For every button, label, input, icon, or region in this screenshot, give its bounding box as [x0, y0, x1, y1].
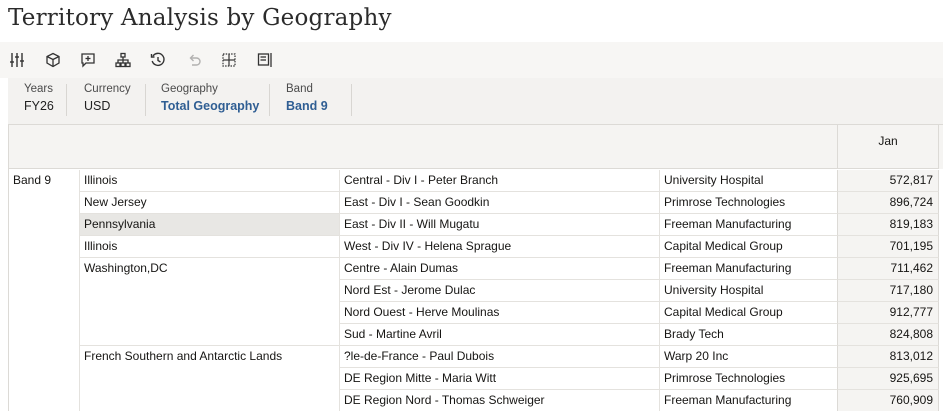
territory-cell[interactable]: Central - Div I - Peter Branch	[339, 170, 659, 192]
pov-band[interactable]: Band Band 9	[286, 78, 328, 124]
band-cell	[9, 390, 79, 411]
territory-cell[interactable]: Nord Ouest - Herve Moulinas	[339, 302, 659, 324]
customer-cell[interactable]: Freeman Manufacturing	[659, 390, 837, 411]
geography-cell	[79, 324, 339, 346]
band-cell[interactable]: Band 9	[9, 170, 79, 192]
undo-icon[interactable]	[185, 51, 203, 69]
pov-years-label: Years	[24, 83, 53, 95]
customer-cell[interactable]: Primrose Technologies	[659, 192, 837, 214]
pov-currency-label: Currency	[84, 83, 131, 95]
row-filler	[939, 302, 943, 324]
pov-divider	[351, 84, 352, 116]
geography-cell[interactable]: Pennsylvania	[79, 214, 339, 236]
territory-cell[interactable]: DE Region Mitte - Maria Witt	[339, 368, 659, 390]
territory-cell[interactable]: Centre - Alain Dumas	[339, 258, 659, 280]
pov-currency-value: USD	[84, 99, 111, 113]
row-filler	[939, 390, 943, 411]
row-filler	[939, 280, 943, 302]
history-icon[interactable]	[149, 51, 167, 69]
customer-cell[interactable]: Capital Medical Group	[659, 236, 837, 258]
territory-cell[interactable]: DE Region Nord - Thomas Schweiger	[339, 390, 659, 411]
data-grid: Jan Band 9 Illinois Central - Div I - Pete…	[8, 124, 943, 411]
band-cell	[9, 346, 79, 368]
jan-value-cell[interactable]: 813,012	[837, 346, 939, 368]
pov-bar: Years FY26 Currency USD Geography Total …	[8, 78, 943, 124]
band-cell	[9, 192, 79, 214]
panel-toggle-icon[interactable]	[256, 51, 274, 69]
geography-cell[interactable]: Illinois	[79, 170, 339, 192]
jan-value-cell[interactable]: 701,195	[837, 236, 939, 258]
hierarchy-icon[interactable]	[114, 51, 132, 69]
row-filler	[939, 192, 943, 214]
jan-value-cell[interactable]: 912,777	[837, 302, 939, 324]
row-filler	[939, 214, 943, 236]
band-cell	[9, 214, 79, 236]
customer-cell[interactable]: University Hospital	[659, 170, 837, 192]
customer-cell[interactable]: Freeman Manufacturing	[659, 214, 837, 236]
row-filler	[939, 170, 943, 192]
toolbar	[0, 42, 943, 78]
column-header-jan[interactable]: Jan	[837, 125, 939, 169]
geography-cell[interactable]: Washington,DC	[79, 258, 339, 280]
band-cell	[9, 368, 79, 390]
territory-cell[interactable]: Nord Est - Jerome Dulac	[339, 280, 659, 302]
row-filler	[939, 236, 943, 258]
pov-divider	[145, 84, 146, 116]
geography-cell[interactable]: French Southern and Antarctic Lands	[79, 346, 339, 368]
customer-cell[interactable]: Freeman Manufacturing	[659, 258, 837, 280]
customer-cell[interactable]: Brady Tech	[659, 324, 837, 346]
territory-cell[interactable]: East - Div II - Will Mugatu	[339, 214, 659, 236]
jan-value-cell[interactable]: 896,724	[837, 192, 939, 214]
geography-cell	[79, 302, 339, 324]
geography-cell[interactable]: Illinois	[79, 236, 339, 258]
pov-years-value: FY26	[24, 99, 54, 113]
territory-cell[interactable]: ?le-de-France - Paul Dubois	[339, 346, 659, 368]
band-cell	[9, 236, 79, 258]
pov-band-value[interactable]: Band 9	[286, 99, 328, 113]
jan-value-cell[interactable]: 711,462	[837, 258, 939, 280]
jan-value-cell[interactable]: 760,909	[837, 390, 939, 411]
pov-geography[interactable]: Geography Total Geography	[161, 78, 259, 124]
page-title: Territory Analysis by Geography	[8, 5, 392, 31]
customer-cell[interactable]: Warp 20 Inc	[659, 346, 837, 368]
jan-value-cell[interactable]: 925,695	[837, 368, 939, 390]
pov-divider	[269, 84, 270, 116]
band-cell	[9, 258, 79, 280]
row-filler	[939, 258, 943, 280]
add-comment-icon[interactable]	[79, 51, 97, 69]
band-cell	[9, 324, 79, 346]
pov-years[interactable]: Years FY26	[24, 78, 54, 124]
pov-band-label: Band	[286, 83, 313, 95]
row-header-area	[9, 125, 837, 169]
jan-value-cell[interactable]: 717,180	[837, 280, 939, 302]
pov-currency[interactable]: Currency USD	[84, 78, 131, 124]
territory-cell[interactable]: Sud - Martine Avril	[339, 324, 659, 346]
territory-cell[interactable]: West - Div IV - Helena Sprague	[339, 236, 659, 258]
cube-settings-icon[interactable]	[44, 51, 62, 69]
geography-cell	[79, 280, 339, 302]
title-bar: Territory Analysis by Geography	[0, 0, 943, 42]
row-filler	[939, 346, 943, 368]
jan-value-cell[interactable]: 819,183	[837, 214, 939, 236]
row-filler	[939, 324, 943, 346]
customer-cell[interactable]: Primrose Technologies	[659, 368, 837, 390]
customer-cell[interactable]: Capital Medical Group	[659, 302, 837, 324]
territory-cell[interactable]: East - Div I - Sean Goodkin	[339, 192, 659, 214]
grid-frame-icon[interactable]	[220, 51, 238, 69]
customer-cell[interactable]: University Hospital	[659, 280, 837, 302]
band-cell	[9, 302, 79, 324]
jan-value-cell[interactable]: 572,817	[837, 170, 939, 192]
pov-geography-label: Geography	[161, 83, 218, 95]
header-filler	[939, 125, 943, 169]
geography-cell	[79, 390, 339, 411]
pov-divider	[66, 84, 67, 116]
sliders-icon[interactable]	[8, 51, 26, 69]
geography-cell[interactable]: New Jersey	[79, 192, 339, 214]
pov-geography-value[interactable]: Total Geography	[161, 99, 259, 113]
jan-value-cell[interactable]: 824,808	[837, 324, 939, 346]
geography-cell	[79, 368, 339, 390]
band-cell	[9, 280, 79, 302]
row-filler	[939, 368, 943, 390]
